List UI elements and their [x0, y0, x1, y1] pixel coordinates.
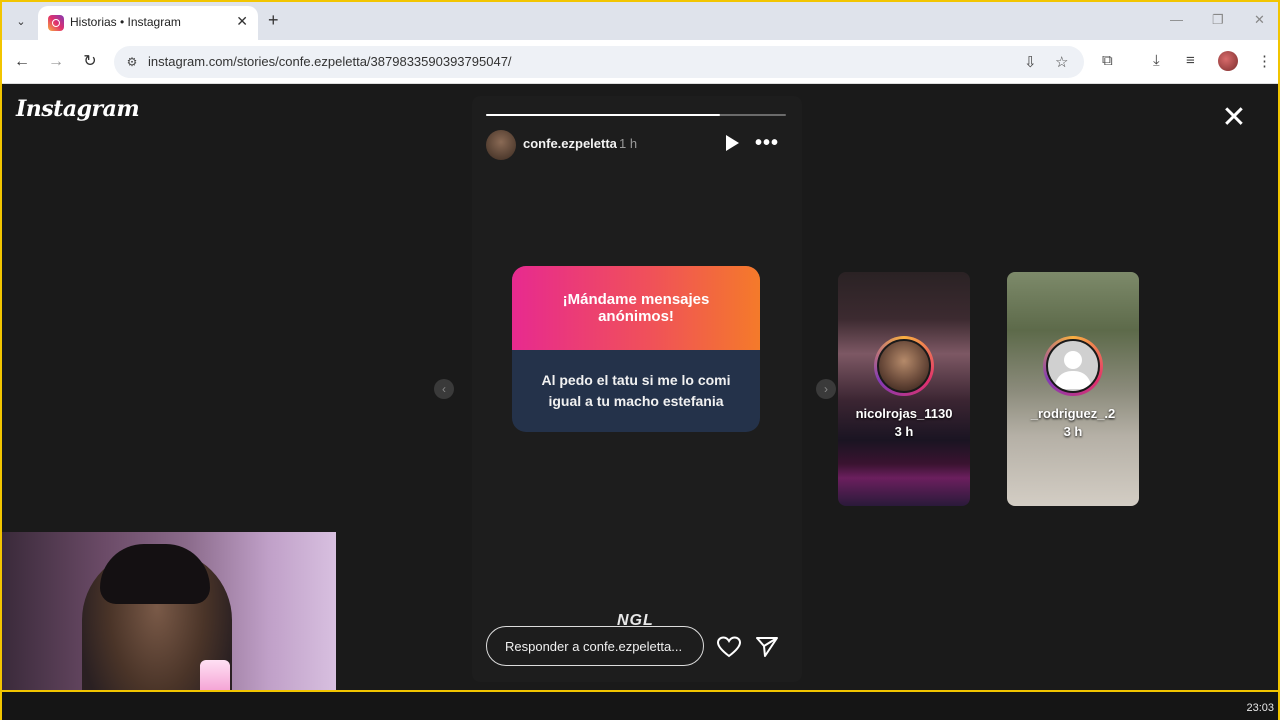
taskbar-clock: 23:03	[1246, 702, 1274, 714]
address-bar[interactable]: ⚙ instagram.com/stories/confe.ezpeletta/…	[114, 46, 1084, 78]
tab-title: Historias • Instagram	[70, 15, 181, 29]
reply-input[interactable]: Responder a confe.ezpeletta...	[486, 626, 704, 666]
profile-avatar[interactable]	[1218, 51, 1238, 71]
bookmark-star-icon[interactable]: ☆	[1055, 53, 1068, 71]
author-username[interactable]: confe.ezpeletta	[523, 136, 617, 151]
install-app-icon[interactable]: ⇩	[1024, 53, 1037, 71]
tab-search-button[interactable]: ⌄	[10, 10, 32, 32]
preview-time: 3 h	[894, 424, 914, 439]
play-icon[interactable]	[724, 134, 740, 152]
send-icon[interactable]	[755, 636, 779, 658]
reload-icon[interactable]: ↻	[80, 52, 100, 72]
close-stories-icon[interactable]: ✕	[1220, 103, 1248, 133]
preview-avatar-ring	[1043, 336, 1103, 396]
minimize-icon[interactable]: —	[1170, 12, 1183, 27]
downloads-icon[interactable]: ⤓	[1153, 52, 1160, 69]
preview-username: _rodriguez_.2	[1030, 406, 1116, 421]
answer-text: Al pedo el tatu si me lo comi igual a tu…	[541, 372, 731, 409]
like-heart-icon[interactable]	[717, 636, 741, 658]
story-preview[interactable]: nicolrojas_1130 3 h	[838, 272, 970, 506]
story-preview[interactable]: _rodriguez_.2 3 h	[1007, 272, 1139, 506]
screen: ⌄ Historias • Instagram ✕ + — ❐ ✕ ← → ↻ …	[0, 0, 1280, 720]
preview-username: nicolrojas_1130	[855, 406, 953, 421]
story-progress-fill	[486, 114, 720, 116]
extensions-icon[interactable]: ⧉	[1102, 52, 1113, 69]
question-sticker: ¡Mándame mensajes anónimos! Al pedo el t…	[512, 266, 760, 432]
new-tab-button[interactable]: +	[268, 10, 279, 30]
story-time: 1 h	[619, 136, 638, 151]
webcam-hair	[100, 544, 210, 604]
more-options-icon[interactable]: •••	[755, 132, 779, 155]
question-title: ¡Mándame mensajes anónimos!	[562, 291, 710, 325]
taskbar: 23:03	[2, 690, 1278, 720]
person-silhouette-icon	[1054, 351, 1092, 389]
active-tab[interactable]: Historias • Instagram ✕	[38, 6, 258, 40]
tab-strip: ⌄ Historias • Instagram ✕ + — ❐ ✕	[2, 2, 1278, 40]
answer-box: Al pedo el tatu si me lo comi igual a tu…	[512, 350, 760, 432]
back-icon[interactable]: ←	[12, 52, 32, 72]
preview-time: 3 h	[1063, 424, 1083, 439]
url-text: instagram.com/stories/confe.ezpeletta/38…	[148, 54, 512, 69]
close-window-icon[interactable]: ✕	[1254, 12, 1265, 28]
preview-avatar-ring	[874, 336, 934, 396]
story-progress-bar	[486, 114, 786, 116]
next-story-icon[interactable]: ›	[816, 379, 836, 399]
preview-avatar	[877, 339, 931, 393]
site-info-icon[interactable]: ⚙	[124, 54, 140, 70]
default-avatar-icon	[1046, 339, 1100, 393]
browser-toolbar: ← → ↻ ⚙ instagram.com/stories/confe.ezpe…	[2, 40, 1278, 84]
media-control-icon[interactable]: ≡	[1186, 52, 1195, 69]
close-tab-icon[interactable]: ✕	[236, 13, 248, 30]
question-header: ¡Mándame mensajes anónimos!	[512, 266, 760, 350]
story-viewer[interactable]: confe.ezpeletta 1 h ••• ¡Mándame mensaje…	[472, 96, 802, 682]
instagram-logo[interactable]: Instagram	[16, 96, 140, 122]
instagram-favicon-icon	[48, 15, 64, 31]
forward-icon[interactable]: →	[46, 52, 66, 72]
reply-placeholder: Responder a confe.ezpeletta...	[505, 639, 683, 654]
restore-icon[interactable]: ❐	[1212, 12, 1224, 28]
menu-dots-icon[interactable]: ⋮	[1257, 52, 1272, 70]
author-avatar[interactable]	[486, 130, 516, 160]
previous-story-icon[interactable]: ‹	[434, 379, 454, 399]
